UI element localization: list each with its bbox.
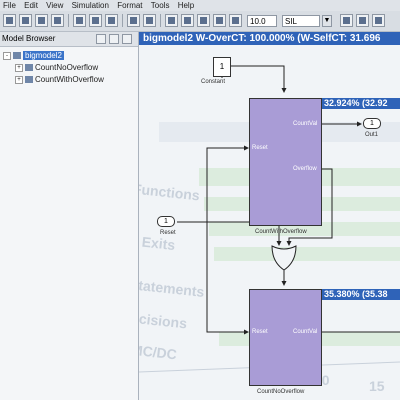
expand-icon[interactable]: +	[15, 63, 23, 72]
library-browser-icon[interactable]	[181, 14, 194, 27]
menu-help[interactable]: Help	[175, 0, 197, 11]
simulation-mode-select[interactable]: SIL	[282, 15, 320, 27]
coverage-badge: 32.924% (32.92	[322, 98, 400, 109]
close-icon[interactable]	[122, 34, 132, 44]
or-gate-icon	[271, 245, 297, 271]
chevron-down-icon[interactable]: ▼	[322, 15, 332, 27]
coverage-badge: 35.380% (35.38	[322, 289, 400, 300]
constant-block[interactable]: 1	[213, 57, 231, 77]
expand-icon[interactable]: +	[15, 75, 23, 84]
toolbar-separator	[122, 14, 123, 27]
subsystem-countnooverflow[interactable]	[249, 289, 322, 386]
debug-icon[interactable]	[356, 14, 369, 27]
open-folder-icon[interactable]	[19, 14, 32, 27]
go-up-icon[interactable]	[165, 14, 178, 27]
subsystem-countwithoverflow-label: CountWithOverflow	[255, 229, 307, 235]
print-icon[interactable]	[51, 14, 64, 27]
cut-icon[interactable]	[73, 14, 86, 27]
menu-file[interactable]: File	[0, 0, 19, 11]
redo-icon[interactable]	[143, 14, 156, 27]
new-file-icon[interactable]	[3, 14, 16, 27]
pin-icon[interactable]	[109, 34, 119, 44]
reset-label: Reset	[160, 230, 176, 236]
save-icon[interactable]	[35, 14, 48, 27]
reset-inport[interactable]: 1	[157, 216, 175, 227]
copy-icon[interactable]	[89, 14, 102, 27]
port-countval-label: CountVal	[293, 121, 318, 127]
menu-edit[interactable]: Edit	[21, 0, 41, 11]
menu-bar: File Edit View Simulation Format Tools H…	[0, 0, 400, 11]
port-overflow-label: Overflow	[293, 166, 317, 172]
menu-tools[interactable]: Tools	[148, 0, 173, 11]
tree-item-countwithoverflow[interactable]: + CountWithOverflow	[15, 75, 104, 85]
grid-icon[interactable]	[372, 14, 385, 27]
subsystem-countnooverflow-label: CountNoOverflow	[257, 389, 305, 395]
menu-view[interactable]: View	[43, 0, 66, 11]
stop-time-input[interactable]: 10.0	[247, 15, 277, 27]
tree-item-bigmodel2[interactable]: - bigmodel2	[3, 51, 64, 61]
port-reset-label: Reset	[252, 329, 268, 335]
out1-port[interactable]: 1	[363, 118, 381, 129]
port-countval-label: CountVal	[293, 329, 318, 335]
paste-icon[interactable]	[105, 14, 118, 27]
tree-item-label: CountWithOverflow	[35, 75, 104, 84]
tree-item-label: bigmodel2	[23, 51, 64, 60]
collapse-icon[interactable]: -	[3, 51, 11, 60]
model-canvas[interactable]: Functions Function Exits Statements Deci…	[139, 32, 400, 400]
menu-simulation[interactable]: Simulation	[69, 0, 112, 11]
run-icon[interactable]	[213, 14, 226, 27]
out1-label: Out1	[365, 132, 379, 138]
expand-icon[interactable]	[96, 34, 106, 44]
tree-item-countnooverflow[interactable]: + CountNoOverflow	[15, 63, 98, 73]
model-browser-header: Model Browser	[0, 32, 138, 47]
subsystem-icon	[25, 64, 33, 72]
model-browser-title: Model Browser	[2, 34, 56, 43]
toolbar-separator	[68, 14, 69, 27]
tree-item-label: CountNoOverflow	[35, 63, 99, 72]
model-icon	[13, 52, 21, 60]
model-browser-panel: Model Browser - bigmodel2 + CountNoOverflo…	[0, 32, 139, 400]
port-reset-label: Reset	[252, 145, 268, 151]
undo-icon[interactable]	[127, 14, 140, 27]
stop-icon[interactable]	[229, 14, 242, 27]
subsystem-icon	[25, 76, 33, 84]
subsystem-countwithoverflow[interactable]	[249, 98, 322, 226]
model-explorer-icon[interactable]	[197, 14, 210, 27]
menu-format[interactable]: Format	[114, 0, 145, 11]
toolbar: 10.0 SIL ▼	[0, 11, 400, 32]
constant-label: Constant	[201, 79, 226, 85]
build-icon[interactable]	[340, 14, 353, 27]
toolbar-separator	[160, 14, 161, 27]
